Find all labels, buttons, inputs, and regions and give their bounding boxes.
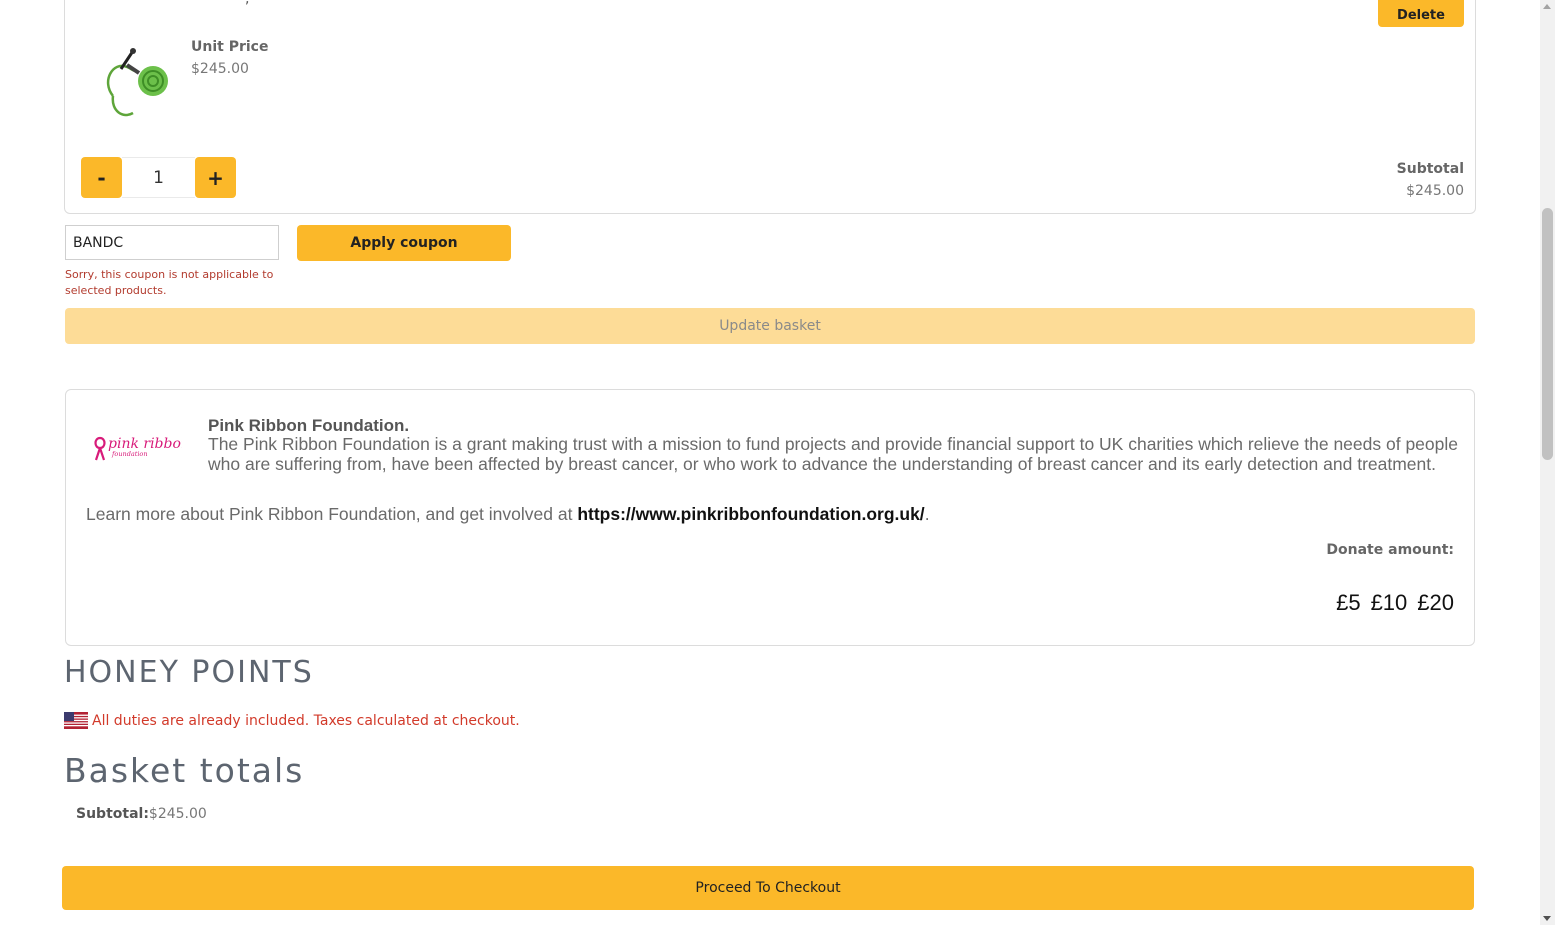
vertical-scrollbar[interactable] — [1540, 0, 1555, 925]
product-title: , — [245, 0, 249, 7]
delete-button[interactable]: Delete — [1378, 0, 1464, 27]
totals-subtotal-row: Subtotal:$245.00 — [76, 806, 207, 822]
scroll-up-arrow-icon[interactable] — [1543, 4, 1551, 9]
scroll-down-arrow-icon[interactable] — [1543, 916, 1551, 921]
quantity-input[interactable] — [122, 157, 195, 198]
charity-website-link[interactable]: https://www.pinkribbonfoundation.org.uk/ — [577, 504, 924, 524]
quantity-decrease-button[interactable]: - — [81, 157, 122, 198]
duties-note: All duties are already included. Taxes c… — [64, 712, 520, 729]
charity-description: The Pink Ribbon Foundation is a grant ma… — [208, 434, 1458, 474]
charity-learn-more: Learn more about Pink Ribbon Foundation,… — [86, 504, 930, 525]
honey-points-heading: HONEY POINTS — [64, 655, 314, 690]
duties-note-text: All duties are already included. Taxes c… — [92, 712, 520, 729]
update-basket-button[interactable]: Update basket — [65, 308, 1475, 344]
cart-item-card: , Delete Unit Price $245.00 - + Subtotal… — [64, 0, 1476, 214]
apply-coupon-button[interactable]: Apply coupon — [297, 225, 511, 261]
learn-more-text: Learn more about Pink Ribbon Foundation,… — [86, 504, 578, 524]
pink-ribbon-logo: pink ribbon foundation — [94, 436, 182, 461]
basket-totals-heading: Basket totals — [64, 751, 305, 790]
quantity-increase-button[interactable]: + — [195, 157, 236, 198]
product-image[interactable] — [93, 41, 175, 123]
learn-more-suffix: . — [924, 504, 930, 524]
svg-text:foundation: foundation — [111, 450, 148, 458]
coupon-input[interactable] — [65, 225, 279, 260]
item-subtotal-value: $245.00 — [1406, 183, 1464, 199]
donate-option-20[interactable]: £20 — [1417, 590, 1454, 616]
unit-price-label: Unit Price — [191, 39, 269, 55]
item-subtotal-label: Subtotal — [1396, 161, 1464, 177]
us-flag-icon — [64, 712, 88, 729]
proceed-to-checkout-button[interactable]: Proceed To Checkout — [62, 866, 1474, 910]
totals-subtotal-label: Subtotal: — [76, 806, 149, 822]
donate-option-5[interactable]: £5 — [1336, 590, 1360, 616]
coupon-error-message: Sorry, this coupon is not applicable to … — [65, 268, 274, 297]
donate-options: £5 £10 £20 — [1336, 590, 1454, 616]
totals-subtotal-value: $245.00 — [148, 806, 207, 822]
donate-option-10[interactable]: £10 — [1371, 590, 1408, 616]
charity-donation-box: pink ribbon foundation Pink Ribbon Found… — [65, 389, 1475, 646]
charity-name: Pink Ribbon Foundation. — [208, 416, 410, 435]
scrollbar-thumb[interactable] — [1542, 208, 1553, 460]
donate-amount-label: Donate amount: — [1326, 542, 1454, 558]
unit-price-value: $245.00 — [191, 61, 249, 77]
